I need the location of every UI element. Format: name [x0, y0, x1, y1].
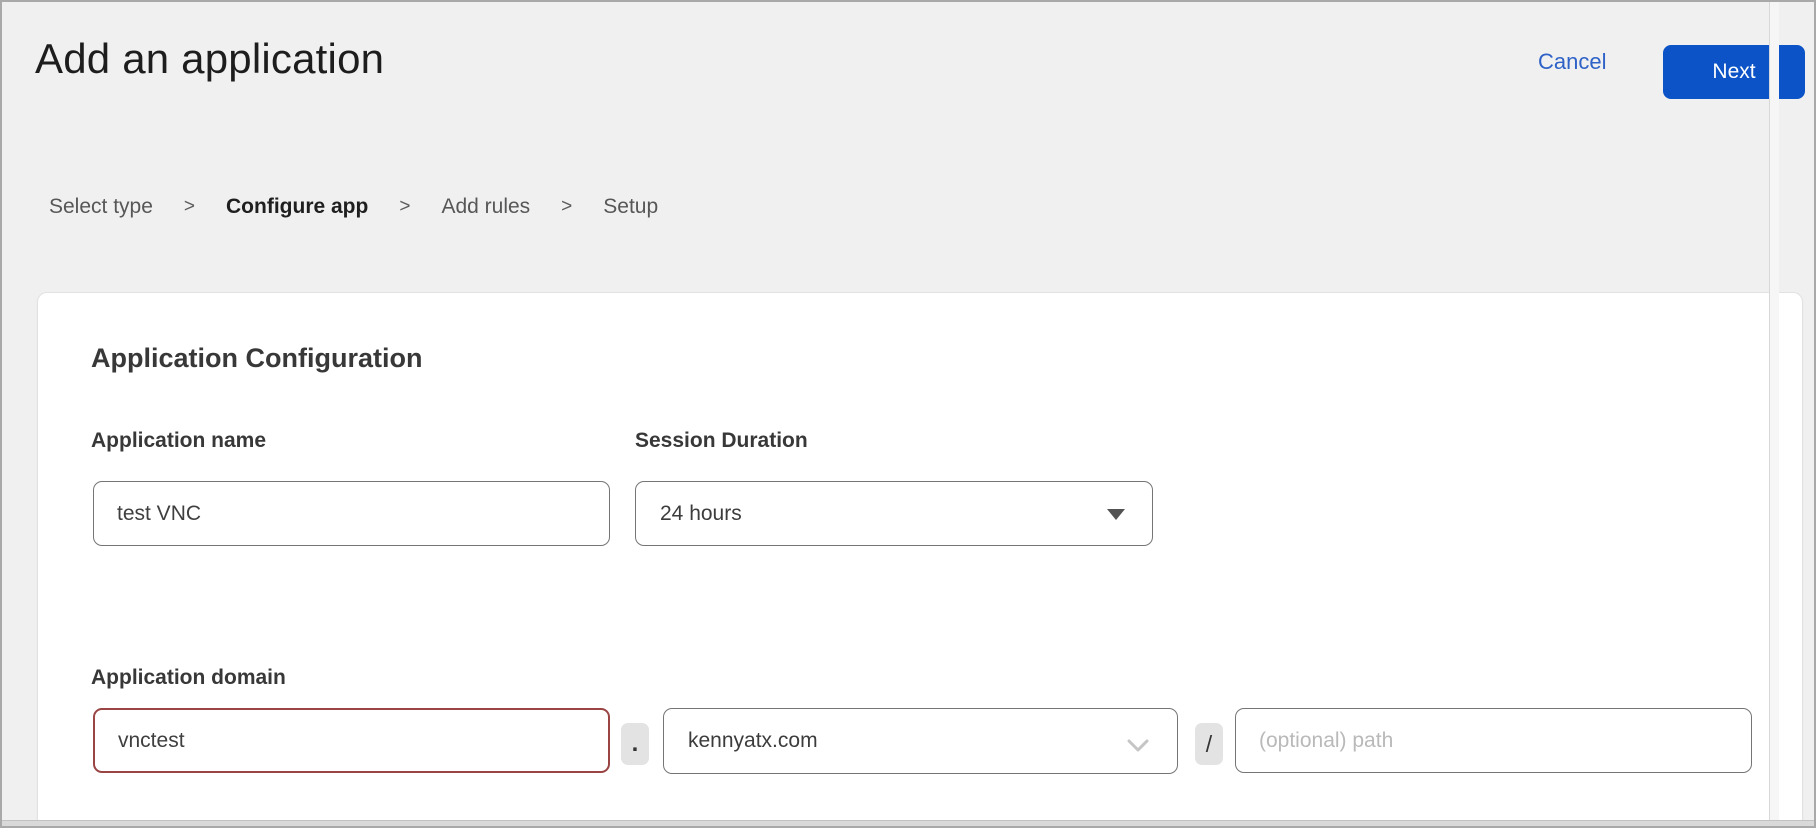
breadcrumb-step-configure-app[interactable]: Configure app	[226, 195, 368, 219]
breadcrumb: Select type > Configure app > Add rules …	[49, 195, 658, 219]
subdomain-input[interactable]	[93, 708, 610, 773]
application-domain-label: Application domain	[91, 666, 286, 690]
next-button[interactable]: Next	[1663, 45, 1805, 99]
path-slash-separator: /	[1195, 723, 1223, 765]
breadcrumb-separator: >	[561, 196, 572, 218]
section-title: Application Configuration	[91, 343, 422, 374]
domain-select[interactable]: kennyatx.com	[663, 708, 1178, 774]
vertical-scrollbar[interactable]	[1769, 2, 1779, 824]
breadcrumb-step-select-type[interactable]: Select type	[49, 195, 153, 219]
window-bottom-edge	[2, 820, 1814, 826]
domain-dot-separator: .	[621, 723, 649, 765]
breadcrumb-step-add-rules[interactable]: Add rules	[441, 195, 530, 219]
chevron-down-icon	[1127, 735, 1149, 759]
breadcrumb-step-setup[interactable]: Setup	[603, 195, 658, 219]
breadcrumb-separator: >	[184, 196, 195, 218]
config-card: Application Configuration Application na…	[37, 292, 1803, 824]
session-duration-value: 24 hours	[660, 502, 742, 526]
caret-down-icon	[1107, 509, 1125, 520]
breadcrumb-separator: >	[399, 196, 410, 218]
page-title: Add an application	[35, 35, 384, 83]
session-duration-label: Session Duration	[635, 429, 808, 453]
application-name-input[interactable]	[93, 481, 610, 546]
cancel-button[interactable]: Cancel	[1538, 49, 1606, 75]
domain-select-value: kennyatx.com	[688, 729, 818, 753]
application-name-label: Application name	[91, 429, 266, 453]
window: Add an application Cancel Next Select ty…	[0, 0, 1816, 828]
session-duration-select[interactable]: 24 hours	[635, 481, 1153, 546]
path-input[interactable]	[1235, 708, 1752, 773]
